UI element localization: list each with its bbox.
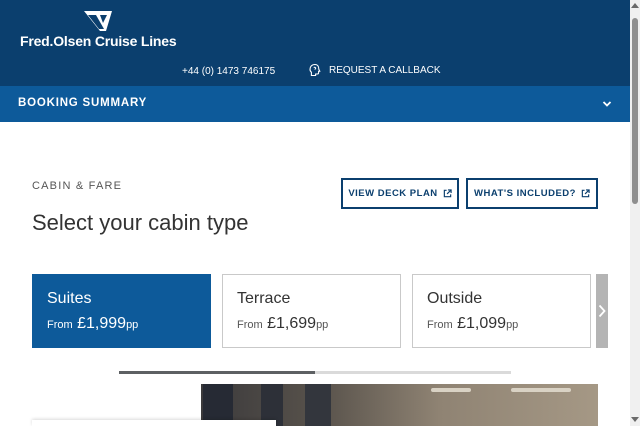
request-callback-link[interactable]: REQUEST A CALLBACK: [308, 63, 441, 77]
price-unit: pp: [316, 319, 329, 331]
cabin-name: Outside: [427, 290, 483, 307]
head-callback-icon: [309, 63, 321, 77]
price-prefix: From: [237, 319, 263, 331]
carousel-progress-track[interactable]: [119, 371, 511, 374]
scroll-down-arrow-icon[interactable]: [631, 417, 639, 422]
cabin-name: Terrace: [237, 290, 291, 307]
cabin-price: From £1,699pp: [237, 315, 328, 333]
view-deck-plan-button[interactable]: VIEW DECK PLAN: [341, 178, 459, 209]
price-prefix: From: [427, 319, 453, 331]
curtain-shape: [305, 384, 331, 426]
carousel-next-button[interactable]: [596, 274, 608, 348]
page-title: Select your cabin type: [32, 210, 249, 235]
scroll-up-arrow-icon[interactable]: [631, 3, 639, 8]
whats-included-button[interactable]: WHAT'S INCLUDED?: [466, 178, 598, 209]
view-deck-plan-label: VIEW DECK PLAN: [348, 188, 438, 199]
price-unit: pp: [506, 319, 519, 331]
chevron-down-icon: [602, 101, 612, 107]
phone-number[interactable]: +44 (0) 1473 746175: [182, 66, 275, 77]
cabin-card-outside[interactable]: Outside From £1,099pp: [412, 274, 591, 348]
cabin-price: From £1,999pp: [47, 315, 138, 333]
carousel-progress-fill: [119, 371, 315, 374]
cabin-card-terrace[interactable]: Terrace From £1,699pp: [222, 274, 401, 348]
chevron-right-icon: [598, 304, 606, 318]
booking-summary-toggle[interactable]: BOOKING SUMMARY: [0, 86, 640, 122]
ceiling-light-shape: [431, 388, 471, 392]
callback-label: REQUEST A CALLBACK: [329, 64, 441, 76]
scrollbar-thumb[interactable]: [632, 18, 638, 204]
page-scrollbar[interactable]: [630, 0, 640, 426]
site-header: Fred.Olsen Cruise Lines +44 (0) 1473 746…: [0, 0, 640, 86]
fred-olsen-logo-icon[interactable]: [82, 9, 114, 33]
price-amount: £1,699: [267, 315, 317, 332]
price-prefix: From: [47, 319, 73, 331]
price-amount: £1,999: [77, 315, 127, 332]
ceiling-light-shape: [511, 388, 571, 392]
price-unit: pp: [126, 319, 139, 331]
cabin-price: From £1,099pp: [427, 315, 518, 333]
cabin-name: Suites: [47, 290, 92, 307]
section-label: CABIN & FARE: [32, 180, 123, 192]
price-amount: £1,099: [457, 315, 507, 332]
overlay-panel: [32, 420, 276, 426]
brand-name[interactable]: Fred.Olsen Cruise Lines: [20, 33, 177, 49]
cabin-card-suites[interactable]: Suites From £1,999pp: [32, 274, 211, 348]
booking-summary-title: BOOKING SUMMARY: [18, 97, 148, 109]
whats-included-label: WHAT'S INCLUDED?: [474, 188, 576, 199]
external-link-icon: [443, 189, 452, 198]
external-link-icon: [581, 189, 590, 198]
